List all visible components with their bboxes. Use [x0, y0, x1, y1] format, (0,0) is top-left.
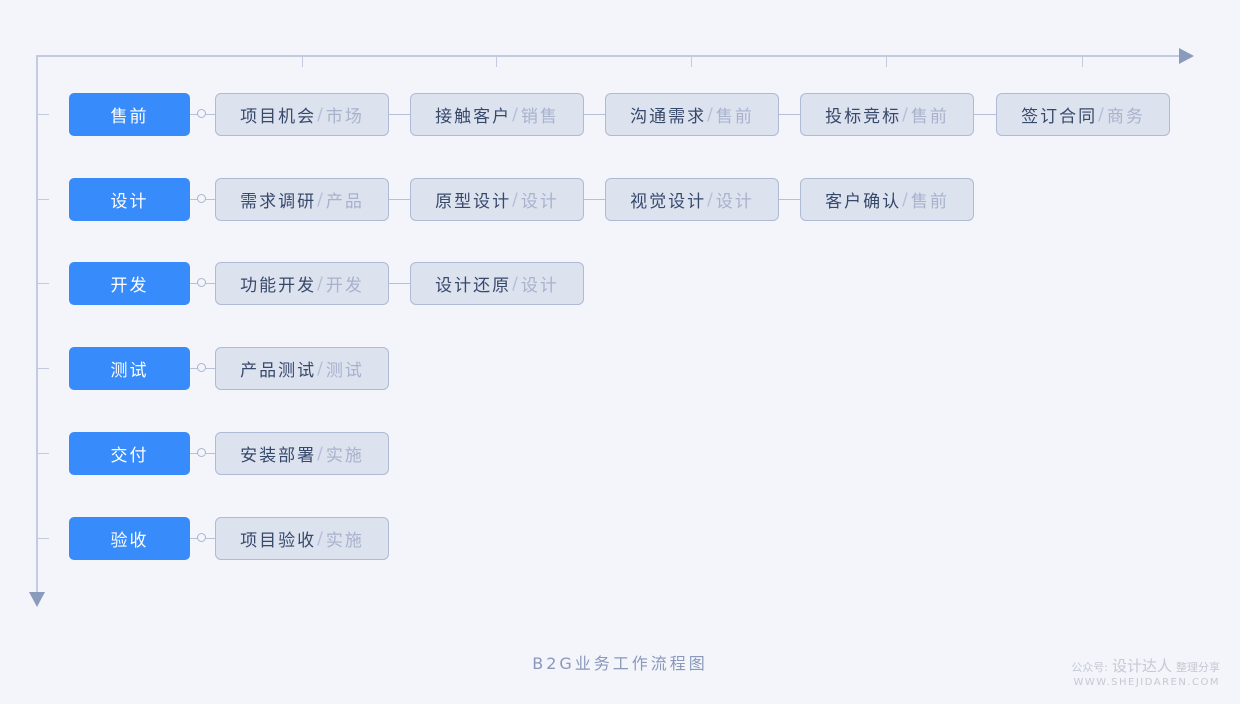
- task-role: 测试: [325, 361, 364, 381]
- task-separator: /: [317, 104, 325, 125]
- connector-line: [389, 283, 410, 284]
- task-separator: /: [317, 189, 325, 210]
- task-role: 实施: [325, 446, 364, 466]
- task-box[interactable]: 接触客户 / 销售: [410, 93, 584, 136]
- task-name: 客户确认: [825, 192, 902, 212]
- connector-line: [779, 114, 800, 115]
- task-name: 沟通需求: [630, 107, 707, 127]
- task-separator: /: [317, 273, 325, 294]
- task-name: 需求调研: [240, 192, 317, 212]
- task-separator: /: [707, 104, 715, 125]
- stage-box[interactable]: 售前: [69, 93, 190, 136]
- connector-line: [389, 114, 410, 115]
- watermark-url: WWW.SHEJIDAREN.COM: [1073, 677, 1220, 688]
- connector-dot-icon: [197, 278, 206, 287]
- task-role: 售前: [910, 192, 949, 212]
- task-name: 功能开发: [240, 276, 317, 296]
- watermark-suffix: 整理分享: [1176, 661, 1220, 674]
- connector-dot-icon: [197, 363, 206, 372]
- diagram-title: B2G业务工作流程图: [532, 654, 708, 673]
- connector-line: [584, 199, 605, 200]
- task-separator: /: [317, 358, 325, 379]
- task-name: 产品测试: [240, 361, 317, 381]
- connector-dot-icon: [197, 194, 206, 203]
- connector-dot-icon: [197, 448, 206, 457]
- stage-box[interactable]: 设计: [69, 178, 190, 221]
- task-separator: /: [707, 189, 715, 210]
- watermark-prefix: 公众号:: [1071, 661, 1108, 674]
- task-box[interactable]: 产品测试 / 测试: [215, 347, 389, 390]
- stage-row: 测试 产品测试 / 测试: [0, 347, 1240, 391]
- task-name: 安装部署: [240, 446, 317, 466]
- task-role: 售前: [715, 107, 754, 127]
- task-separator: /: [317, 443, 325, 464]
- stage-box[interactable]: 开发: [69, 262, 190, 305]
- watermark-brand: 设计达人: [1111, 657, 1172, 675]
- task-name: 投标竞标: [825, 107, 902, 127]
- task-box[interactable]: 项目机会 / 市场: [215, 93, 389, 136]
- task-box[interactable]: 功能开发 / 开发: [215, 262, 389, 305]
- task-box[interactable]: 设计还原 / 设计: [410, 262, 584, 305]
- task-name: 设计还原: [435, 276, 512, 296]
- task-separator: /: [902, 104, 910, 125]
- task-role: 设计: [520, 276, 559, 296]
- task-box[interactable]: 安装部署 / 实施: [215, 432, 389, 475]
- task-separator: /: [512, 189, 520, 210]
- task-role: 开发: [325, 276, 364, 296]
- task-role: 售前: [910, 107, 949, 127]
- task-name: 项目验收: [240, 531, 317, 551]
- stage-box[interactable]: 交付: [69, 432, 190, 475]
- connector-line: [389, 199, 410, 200]
- axis-tick: [302, 56, 303, 67]
- task-box[interactable]: 视觉设计 / 设计: [605, 178, 779, 221]
- task-role: 实施: [325, 531, 364, 551]
- stage-row: 设计 需求调研 / 产品 原型设计 / 设计 视觉设计 / 设计 客户确认 / 售前: [0, 178, 1240, 222]
- task-separator: /: [317, 528, 325, 549]
- task-name: 接触客户: [435, 107, 512, 127]
- task-role: 产品: [325, 192, 364, 212]
- task-name: 签订合同: [1021, 107, 1098, 127]
- task-separator: /: [1098, 104, 1106, 125]
- task-box[interactable]: 项目验收 / 实施: [215, 517, 389, 560]
- connector-dot-icon: [197, 109, 206, 118]
- task-box[interactable]: 客户确认 / 售前: [800, 178, 974, 221]
- arrow-right-icon: [1179, 48, 1194, 64]
- stage-row: 开发 功能开发 / 开发 设计还原 / 设计: [0, 262, 1240, 306]
- task-separator: /: [512, 104, 520, 125]
- axis-tick: [691, 56, 692, 67]
- task-box[interactable]: 沟通需求 / 售前: [605, 93, 779, 136]
- stage-box[interactable]: 测试: [69, 347, 190, 390]
- watermark: 公众号: 设计达人 整理分享 WWW.SHEJIDAREN.COM: [1071, 655, 1220, 688]
- arrow-down-icon: [29, 592, 45, 607]
- stage-box[interactable]: 验收: [69, 517, 190, 560]
- axis-tick: [1082, 56, 1083, 67]
- connector-line: [584, 114, 605, 115]
- task-separator: /: [902, 189, 910, 210]
- task-box[interactable]: 投标竞标 / 售前: [800, 93, 974, 136]
- connector-line: [779, 199, 800, 200]
- axis-tick: [886, 56, 887, 67]
- task-separator: /: [512, 273, 520, 294]
- task-role: 商务: [1106, 107, 1145, 127]
- task-name: 项目机会: [240, 107, 317, 127]
- task-box[interactable]: 需求调研 / 产品: [215, 178, 389, 221]
- stage-row: 交付 安装部署 / 实施: [0, 432, 1240, 476]
- task-role: 设计: [715, 192, 754, 212]
- stage-row: 售前 项目机会 / 市场 接触客户 / 销售 沟通需求 / 售前 投标竞标 / 售前 签订合同 / 商务: [0, 93, 1240, 137]
- horizontal-axis: [37, 55, 1183, 57]
- task-role: 设计: [520, 192, 559, 212]
- connector-line: [974, 114, 996, 115]
- task-box[interactable]: 原型设计 / 设计: [410, 178, 584, 221]
- task-role: 销售: [520, 107, 559, 127]
- axis-tick: [496, 56, 497, 67]
- task-name: 视觉设计: [630, 192, 707, 212]
- task-name: 原型设计: [435, 192, 512, 212]
- stage-row: 验收 项目验收 / 实施: [0, 517, 1240, 561]
- connector-dot-icon: [197, 533, 206, 542]
- task-role: 市场: [325, 107, 364, 127]
- task-box[interactable]: 签订合同 / 商务: [996, 93, 1170, 136]
